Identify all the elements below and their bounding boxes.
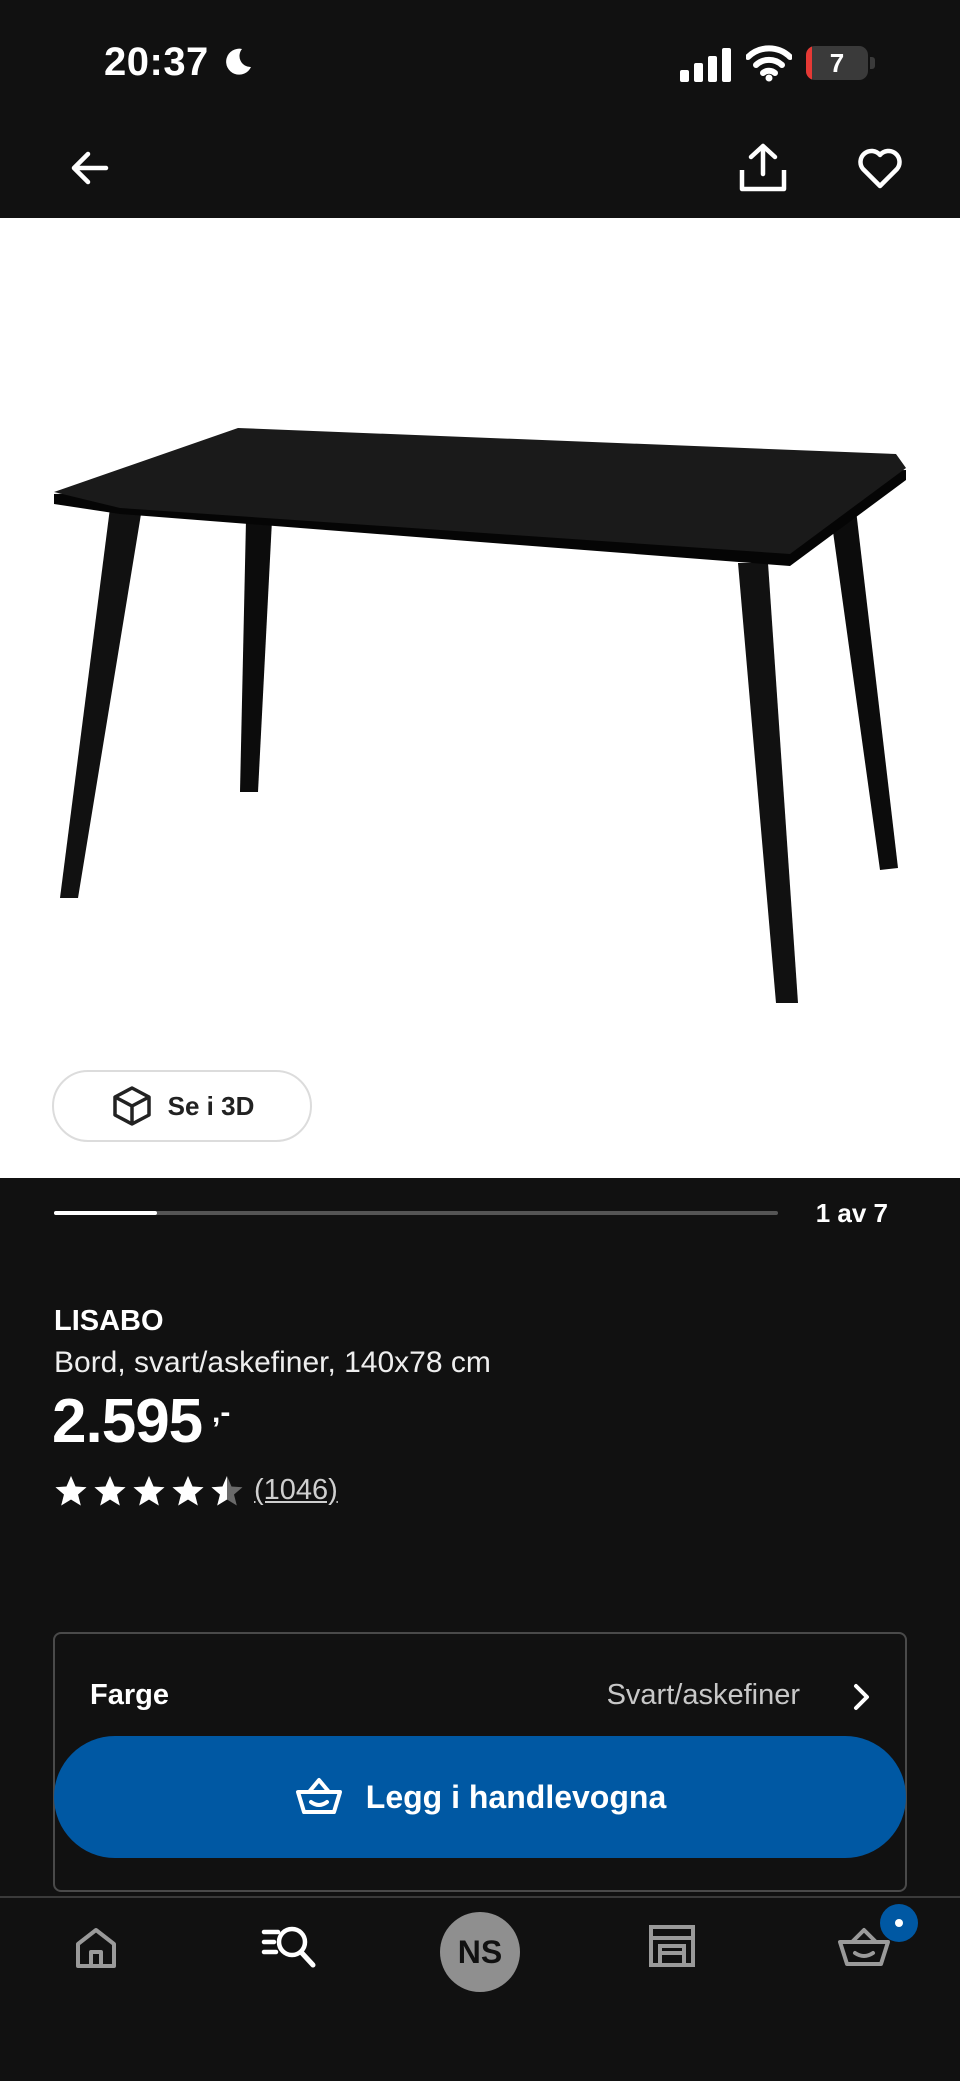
back-arrow-icon[interactable]	[66, 144, 114, 192]
wifi-icon	[746, 45, 792, 82]
gallery-progress-fill	[54, 1211, 158, 1215]
star-icon	[133, 1476, 165, 1506]
star-icon	[94, 1476, 126, 1506]
add-to-cart-label: Legg i handlevogna	[365, 1778, 667, 1815]
home-icon[interactable]	[70, 1922, 122, 1974]
gallery-counter: 1 av 7	[815, 1198, 888, 1228]
product-description: Bord, svart/askefiner, 140x78 cm	[54, 1346, 491, 1379]
rating-stars[interactable]	[54, 1474, 244, 1508]
review-count-link[interactable]: (1046)	[254, 1474, 338, 1507]
basket-icon	[295, 1778, 342, 1814]
product-name: LISABO	[54, 1305, 164, 1337]
signal-icon	[680, 48, 731, 82]
star-icon	[55, 1476, 87, 1506]
view-3d-label: Se i 3D	[167, 1090, 255, 1121]
status-time: 20:37	[104, 40, 209, 84]
product-price: 2.595	[52, 1387, 203, 1456]
chevron-right-icon[interactable]	[844, 1680, 878, 1714]
star-icon	[211, 1476, 243, 1506]
cart-badge	[880, 1904, 918, 1942]
moon-icon	[226, 48, 251, 75]
add-to-cart-button[interactable]: Legg i handlevogna	[54, 1736, 906, 1858]
view-3d-button[interactable]: Se i 3D	[52, 1070, 312, 1142]
product-image	[54, 428, 906, 1003]
cube-icon	[112, 1086, 151, 1126]
gallery-progress	[54, 1211, 778, 1215]
store-icon[interactable]	[646, 1920, 698, 1972]
color-label: Farge	[90, 1679, 169, 1711]
color-value: Svart/askefiner	[606, 1679, 800, 1711]
battery-icon: 7	[806, 46, 876, 82]
star-icon	[172, 1476, 204, 1506]
battery-level: 7	[829, 48, 845, 78]
product-image-area[interactable]: Se i 3D	[0, 218, 960, 1178]
search-icon[interactable]	[260, 1920, 318, 1976]
price-suffix: ,-	[212, 1396, 231, 1429]
share-icon[interactable]	[738, 142, 788, 194]
avatar[interactable]: NS	[440, 1912, 520, 1992]
heart-icon[interactable]	[856, 144, 904, 192]
